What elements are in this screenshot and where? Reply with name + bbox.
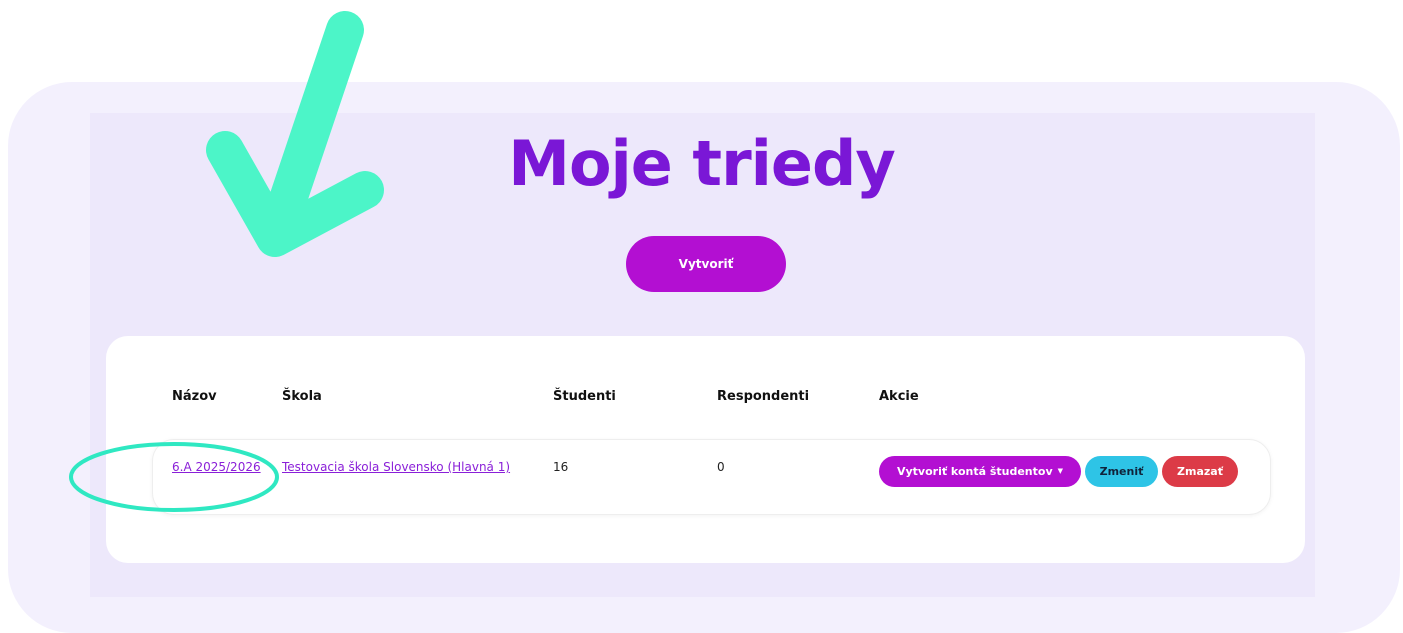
column-header-students: Študenti: [553, 389, 616, 404]
school-link[interactable]: Testovacia škola Slovensko (Hlavná 1): [282, 460, 510, 474]
create-student-accounts-label: Vytvoriť kontá študentov: [896, 465, 1053, 478]
column-header-school: Škola: [282, 389, 322, 404]
caret-down-icon: ▼: [1057, 467, 1064, 475]
delete-button[interactable]: Zmazať: [1162, 456, 1238, 487]
create-student-accounts-button[interactable]: Vytvoriť kontá študentov ▼: [879, 456, 1081, 487]
create-class-button[interactable]: Vytvoriť: [626, 236, 786, 292]
column-header-actions: Akcie: [879, 389, 919, 404]
column-header-name: Názov: [172, 389, 217, 404]
class-name-link[interactable]: 6.A 2025/2026: [172, 460, 261, 474]
respondents-count: 0: [717, 460, 725, 474]
column-header-respondents: Respondenti: [717, 389, 810, 404]
page-title: Moje triedy: [508, 127, 896, 200]
edit-button[interactable]: Zmeniť: [1085, 456, 1158, 487]
students-count: 16: [553, 460, 569, 474]
class-name-cell: 6.A 2025/2026: [172, 456, 264, 478]
school-cell: Testovacia škola Slovensko (Hlavná 1): [282, 456, 534, 478]
